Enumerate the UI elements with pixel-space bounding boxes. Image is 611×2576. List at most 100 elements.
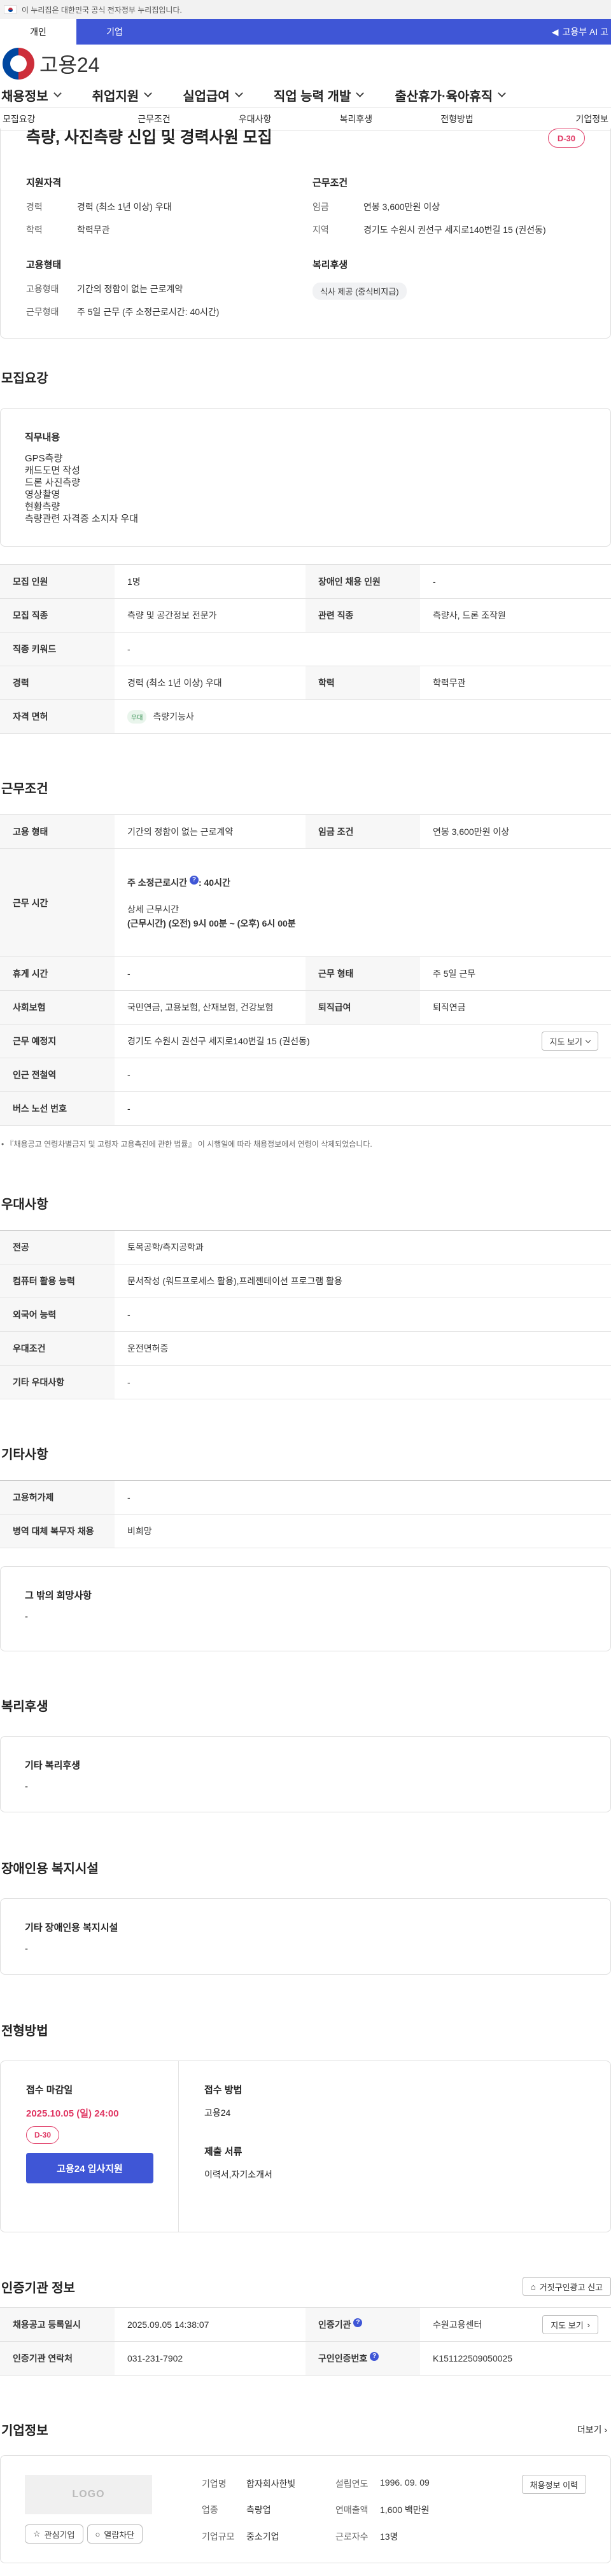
table-row: 버스 노선 번호 -: [0, 1091, 611, 1126]
tab-personal[interactable]: 개인: [0, 19, 76, 45]
chevron-right-icon: ›: [587, 2320, 590, 2330]
welfare-box: 기타 복리후생 -: [0, 1736, 611, 1812]
etc-table: 고용허가제 - 병역 대체 복무자 채용 비희망: [0, 1480, 611, 1548]
anchor-nav: 모집요강 근무조건 우대사항 복리후생 전형방법 기업정보: [0, 107, 611, 131]
taegeuk-logo-icon: [3, 48, 34, 80]
table-row: 채용공고 등록일시 2025.09.05 14:38:07 인증기관 ? 수원고용…: [0, 2307, 611, 2342]
section-recruit-title: 모집요강: [1, 372, 48, 386]
table-row: 자격 면허 우대 측량기능사: [0, 699, 611, 734]
apply-button[interactable]: 고용24 입사지원: [26, 2153, 153, 2183]
summary-conditions: 근무조건 임금 연봉 3,600만원 이상 지역 경기도 수원시 권선구 세지로14…: [313, 178, 546, 235]
block-company-button[interactable]: ○ 열람차단: [87, 2524, 143, 2544]
user-type-bar: 개인 기업 ◀ 고용부 AI 고: [0, 19, 611, 45]
help-icon[interactable]: ?: [189, 875, 199, 885]
chevron-down-icon: [498, 89, 507, 97]
company-info-grid: 기업명 합자회사한빛 설립연도 1996. 09. 09 업종 측량업 연매출액 1,6…: [202, 2477, 430, 2542]
pref-table: 전공 토목공학/측지공학과 컴퓨터 활용 능력 문서작성 (워드프로세스 활용),프…: [0, 1230, 611, 1399]
table-row: 인근 전철역 -: [0, 1058, 611, 1092]
table-row: 모집 인원 1명 장애인 채용 인원 -: [0, 564, 611, 599]
table-row: 컴퓨터 활용 능력 문서작성 (워드프로세스 활용),프레젠테이션 프로그램 활용: [0, 1264, 611, 1298]
chevron-down-icon: [585, 1037, 591, 1043]
nav-training[interactable]: 직업 능력 개발: [271, 86, 375, 104]
help-icon[interactable]: ?: [353, 2318, 363, 2327]
table-row: 근무 시간 주 소정근로시간 ?: 40시간 상세 근무시간 (근무시간) (오…: [0, 848, 611, 957]
site-logo[interactable]: 고용24: [3, 48, 99, 80]
chevron-down-icon: [53, 89, 62, 97]
table-row: 직종 키워드 -: [0, 632, 611, 666]
deadline: 2025.10.05 (일) 24:00: [26, 2108, 119, 2119]
report-button[interactable]: ⌂ 거짓구인광고 신고: [522, 2277, 611, 2296]
korea-flag-icon: [4, 5, 17, 14]
tab-business[interactable]: 기업: [76, 19, 153, 45]
more-link[interactable]: 더보기 ›: [577, 2423, 611, 2436]
table-row: 기타 우대사항 -: [0, 1365, 611, 1399]
megaphone-icon: ◀: [551, 26, 559, 37]
table-row: 고용 형태 기간의 정함이 없는 근로계약 임금 조건 연봉 3,600만원 이상: [0, 815, 611, 849]
summary-qualification: 지원자격 경력 경력 (최소 1년 이상) 우대 학력 학력무관: [26, 178, 172, 235]
table-row: 사회보험 국민연금, 고용보험, 산재보험, 건강보험 퇴직급여 퇴직연금: [0, 990, 611, 1025]
section-etc-title: 기타사항: [1, 1448, 48, 1462]
main-nav: 채용정보 취업지원 실업급여 직업 능력 개발 출산휴가·육아휴직: [0, 83, 611, 107]
help-icon[interactable]: ?: [370, 2352, 379, 2361]
anchor-welfare[interactable]: 복리후생: [306, 108, 407, 130]
apply-box: 접수 마감일 2025.10.05 (일) 24:00 D-30 고용24 입사…: [0, 2061, 611, 2232]
table-row: 경력 경력 (최소 1년 이상) 우대 학력 학력무관: [0, 666, 611, 700]
duty-box: 직무내용 GPS측량 캐드도면 작성 드론 사진측량 영상촬영 현황측량 측량관…: [0, 408, 611, 547]
nav-unemployment[interactable]: 실업급여: [180, 86, 253, 104]
gov-banner: 이 누리집은 대한민국 공식 전자정부 누리집입니다.: [0, 0, 611, 19]
section-company-title: 기업정보: [1, 2424, 48, 2438]
section-cert-title: 인증기관 정보: [1, 2281, 75, 2295]
summary-welfare: 복리후생 식사 제공 (중식비지급): [313, 258, 585, 328]
site-header: 고용24: [0, 45, 611, 83]
disabled-box: 기타 장애인용 복지시설 -: [0, 1898, 611, 1975]
job-title: 측량, 사진측량 신입 및 경력사원 모집: [26, 129, 272, 146]
job-summary-card: 측량, 사진측량 신입 및 경력사원 모집 D-30 지원자격 경력 경력 (최소…: [0, 129, 611, 339]
chevron-down-icon: [356, 89, 365, 97]
preferred-badge: 우대: [127, 710, 147, 724]
section-work-title: 근무조건: [1, 782, 48, 796]
table-row: 외국어 능력 -: [0, 1298, 611, 1332]
table-row: 인증기관 연락처 031-231-7902 구인인증번호 ? K151122509…: [0, 2341, 611, 2376]
home-icon: ⌂: [530, 2281, 536, 2292]
section-pref-title: 우대사항: [1, 1198, 48, 1212]
table-row: 전공 토목공학/측지공학과: [0, 1230, 611, 1264]
work-table: 고용 형태 기간의 정함이 없는 근로계약 임금 조건 연봉 3,600만원 이상 …: [0, 815, 611, 1126]
table-row: 근무 예정지 경기도 수원시 권선구 세지로140번길 15 (권선동) 지도 …: [0, 1024, 611, 1058]
table-row: 고용허가제 -: [0, 1480, 611, 1515]
age-note: • 『채용공고 연령차별금지 및 고령자 고용촉진에 관한 법률』 이 시행일에…: [1, 1140, 372, 1149]
anchor-pref[interactable]: 우대사항: [204, 108, 306, 130]
dday-badge: D-30: [26, 2126, 60, 2144]
welfare-chip: 식사 제공 (중식비지급): [313, 283, 407, 300]
chevron-down-icon: [234, 89, 243, 97]
chevron-right-icon: ›: [604, 2424, 607, 2435]
company-logo-placeholder: LOGO: [25, 2475, 152, 2514]
anchor-apply[interactable]: 전형방법: [407, 108, 508, 130]
table-row: 모집 직종 측량 및 공간정보 전문가 관련 직종 측량사, 드론 조작원: [0, 598, 611, 633]
nav-leave[interactable]: 출산휴가·육아휴직: [392, 86, 516, 104]
dday-badge: D-30: [547, 129, 585, 148]
star-icon: ☆: [33, 2529, 41, 2538]
anchor-company[interactable]: 기업정보: [507, 108, 611, 130]
wish-box: 그 밖의 희망사항 -: [0, 1566, 611, 1651]
nav-employment-support[interactable]: 취업지원: [90, 86, 163, 104]
cert-table: 채용공고 등록일시 2025.09.05 14:38:07 인증기관 ? 수원고용…: [0, 2307, 611, 2376]
job-history-button[interactable]: 채용정보 이력: [521, 2475, 586, 2494]
section-disabled-title: 장애인용 복지시설: [1, 1862, 99, 1876]
anchor-recruit[interactable]: 모집요강: [0, 108, 104, 130]
chevron-down-icon: [144, 89, 153, 97]
map-view-button[interactable]: 지도 보기: [541, 1032, 598, 1051]
block-icon: ○: [95, 2529, 101, 2539]
table-row: 우대조건 운전면허증: [0, 1331, 611, 1366]
company-box: LOGO ☆ 관심기업 ○ 열람차단 기업명 합자회사한빛 설립연도 1996. 09.…: [0, 2455, 611, 2563]
ai-link[interactable]: ◀ 고용부 AI 고: [552, 19, 611, 45]
summary-employment: 고용형태 고용형태 기간의 정함이 없는 근로계약 근무형태 주 5일 근무 (주 …: [26, 260, 220, 317]
section-welfare-title: 복리후생: [1, 1700, 48, 1714]
gov-banner-text: 이 누리집은 대한민국 공식 전자정부 누리집입니다.: [22, 5, 182, 15]
anchor-work[interactable]: 근무조건: [104, 108, 205, 130]
favorite-company-button[interactable]: ☆ 관심기업: [25, 2524, 83, 2544]
table-row: 휴게 시간 - 근무 형태 주 5일 근무: [0, 956, 611, 991]
cert-map-button[interactable]: 지도 보기 ›: [542, 2315, 598, 2334]
nav-jobs[interactable]: 채용정보: [0, 86, 72, 104]
section-apply-title: 전형방법: [1, 2024, 48, 2038]
recruit-table: 모집 인원 1명 장애인 채용 인원 - 모집 직종 측량 및 공간정보 전문가 관련…: [0, 564, 611, 734]
